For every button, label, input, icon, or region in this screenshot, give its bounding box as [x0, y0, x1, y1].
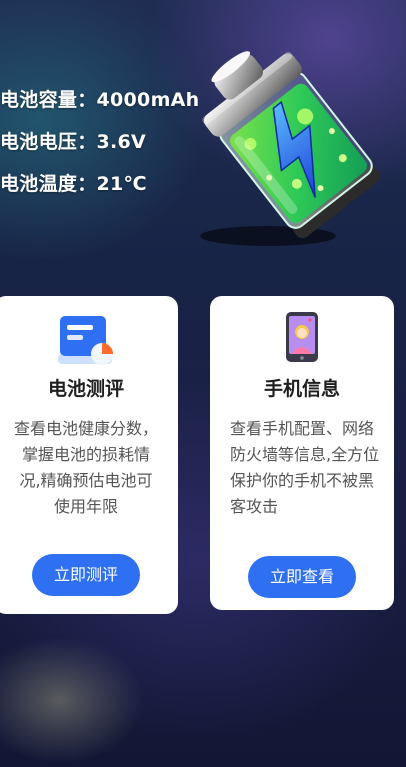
battery-report-icon: [54, 314, 118, 370]
battery-eval-button[interactable]: 立即测评: [32, 554, 140, 596]
battery-capacity: 电池容量：4000mAh: [0, 89, 200, 111]
phone-profile-icon: [282, 310, 322, 368]
battery-eval-description: 查看电池健康分数，掌握电池的损耗情况,精确预估电池可使用年限: [13, 419, 158, 516]
battery-eval-title: 电池测评: [47, 378, 124, 400]
phone-info-description: 查看手机配置、网络防火墙等信息,全方位保护你的手机不被黑客攻击: [230, 419, 380, 516]
battery-eval-card: 电池测评 查看电池健康分数，掌握电池的损耗情况,精确预估电池可使用年限 立即测评: [0, 296, 178, 614]
phone-info-card: 手机信息 查看手机配置、网络防火墙等信息,全方位保护你的手机不被黑客攻击 立即查…: [210, 296, 394, 610]
battery-charging-icon: [188, 20, 400, 252]
phone-info-button[interactable]: 立即查看: [248, 556, 356, 598]
battery-stats: 电池容量：4000mAh 电池电压：3.6V 电池温度：21℃: [0, 84, 200, 210]
phone-info-title: 手机信息: [263, 378, 340, 400]
battery-voltage: 电池电压：3.6V: [0, 131, 147, 153]
battery-temperature: 电池温度：21℃: [0, 173, 147, 195]
